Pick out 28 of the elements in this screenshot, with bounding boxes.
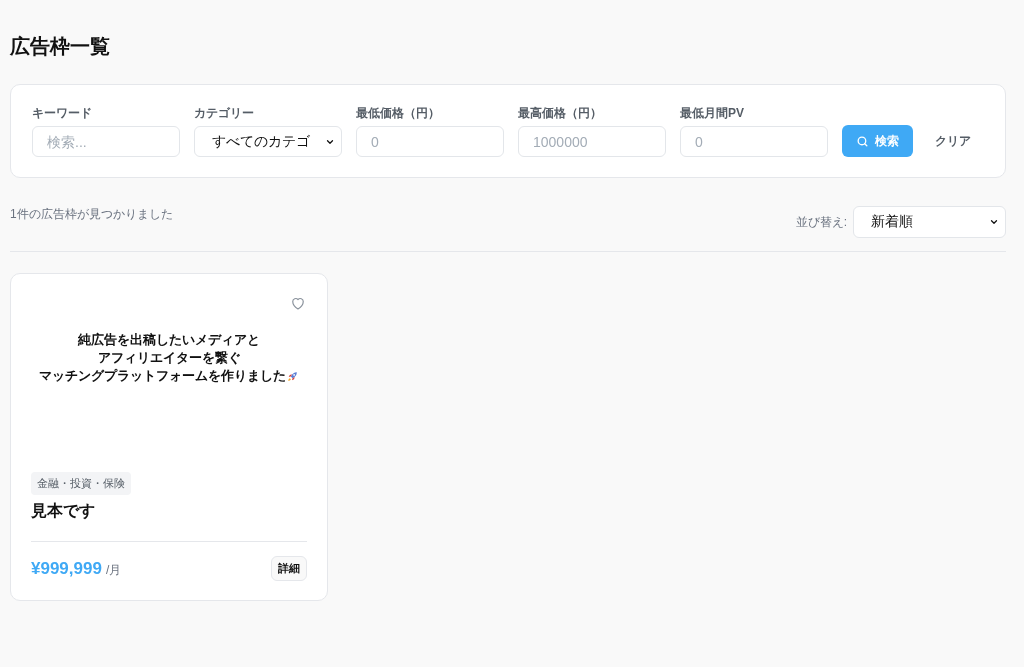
- field-label: 最高価格（円）: [518, 105, 603, 122]
- chevron-icon: [989, 217, 999, 227]
- result-count: 1件の広告枠が見つかりました: [10, 205, 173, 223]
- clear-button[interactable]: クリア: [927, 125, 979, 157]
- card-title: 見本です: [31, 501, 96, 521]
- category-tag: 金融・投資・保険: [31, 472, 131, 495]
- detail-button[interactable]: 詳細: [271, 556, 307, 581]
- price: ¥999,999: [31, 558, 102, 578]
- input-field[interactable]: 0: [680, 126, 828, 157]
- field-label: カテゴリー: [194, 105, 255, 122]
- sort-label: 並び替え:: [795, 213, 847, 231]
- dropdown-value: 新着順: [871, 213, 913, 231]
- price-unit: /月: [105, 562, 122, 577]
- field-label: 最低月間PV: [680, 105, 745, 122]
- thumbnail-text: 純広告を出稿したいメディアと: [78, 331, 260, 349]
- thumbnail-text: マッチングプラットフォームを作りました: [39, 367, 286, 385]
- dropdown-value: すべてのカテゴ: [212, 132, 310, 151]
- field-label: 最低価格（円）: [356, 105, 441, 122]
- field-label: キーワード: [32, 105, 93, 122]
- page-title: 広告枠一覧: [10, 34, 111, 59]
- thumbnail-text: アフィリエイターを繋ぐ: [97, 349, 241, 367]
- input-field[interactable]: 0: [356, 126, 504, 157]
- input-field[interactable]: 1000000: [518, 126, 666, 157]
- search-icon: [856, 134, 869, 148]
- rocket-icon: [286, 369, 299, 383]
- dropdown[interactable]: すべてのカテゴ: [194, 126, 342, 157]
- input-field[interactable]: 検索...: [32, 126, 180, 157]
- dropdown[interactable]: 新着順: [853, 206, 1006, 238]
